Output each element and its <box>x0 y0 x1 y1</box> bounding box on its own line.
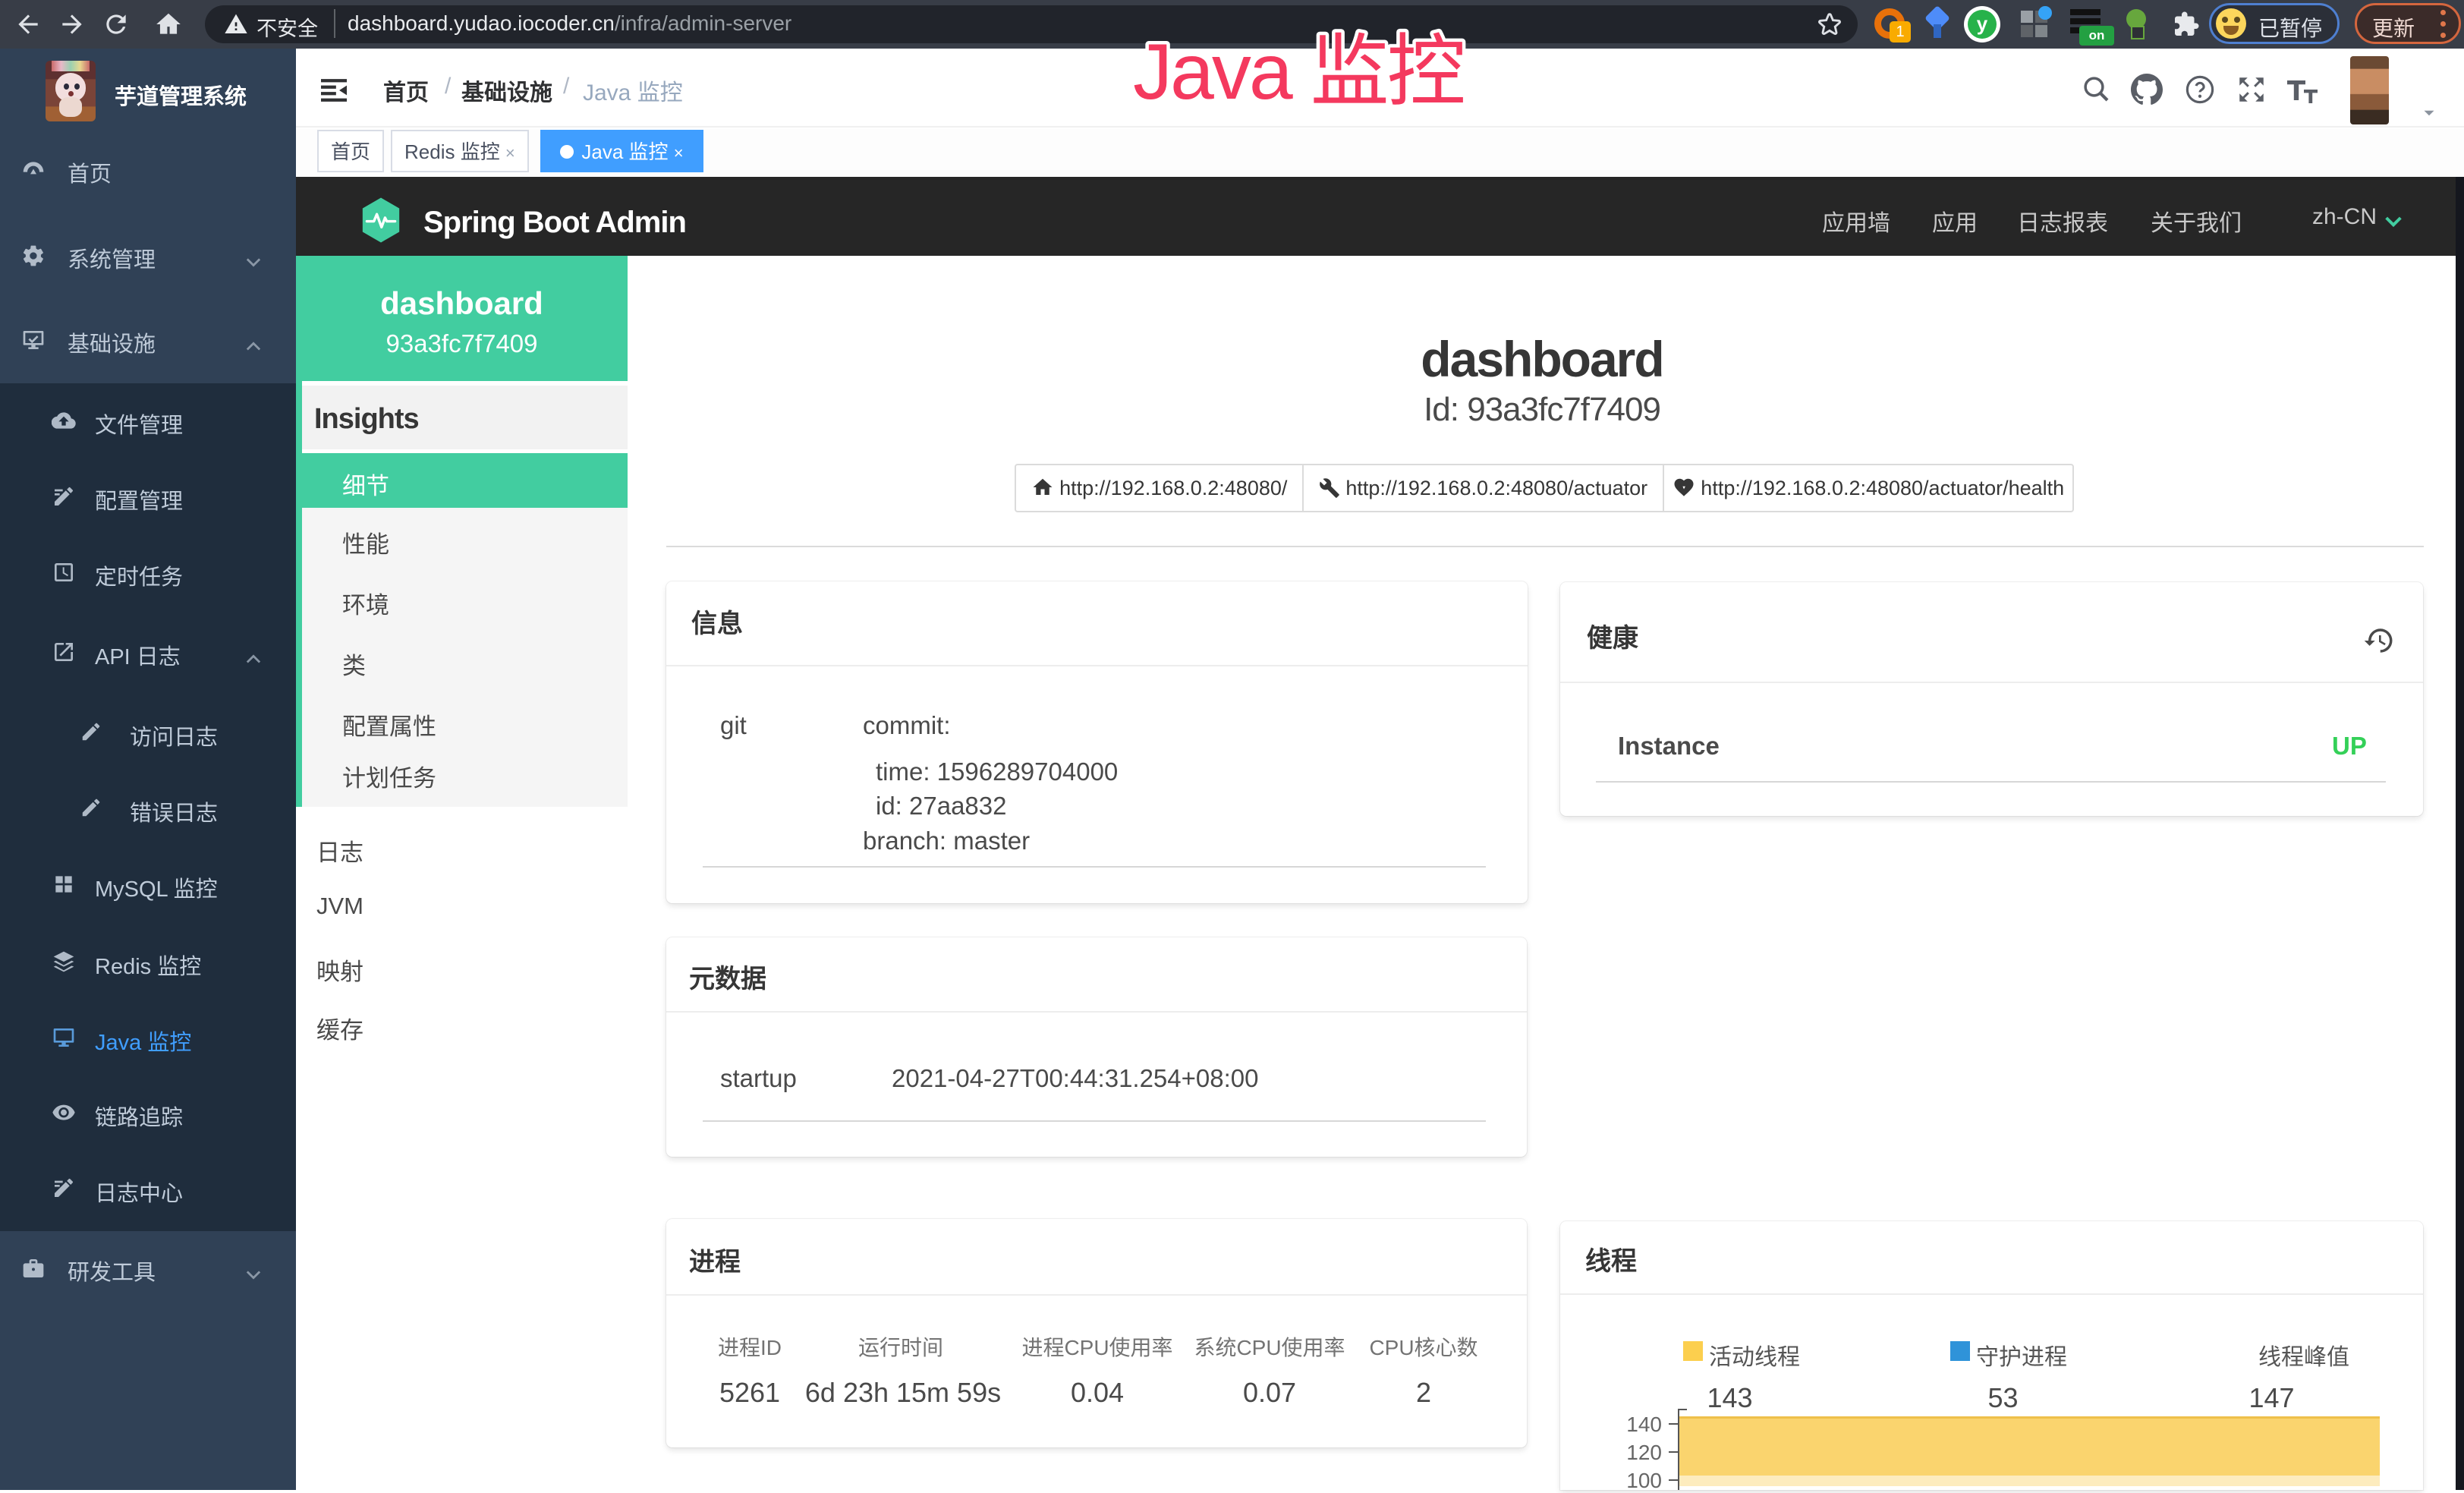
svg-text:Java 监控: Java 监控 <box>1133 28 1464 116</box>
